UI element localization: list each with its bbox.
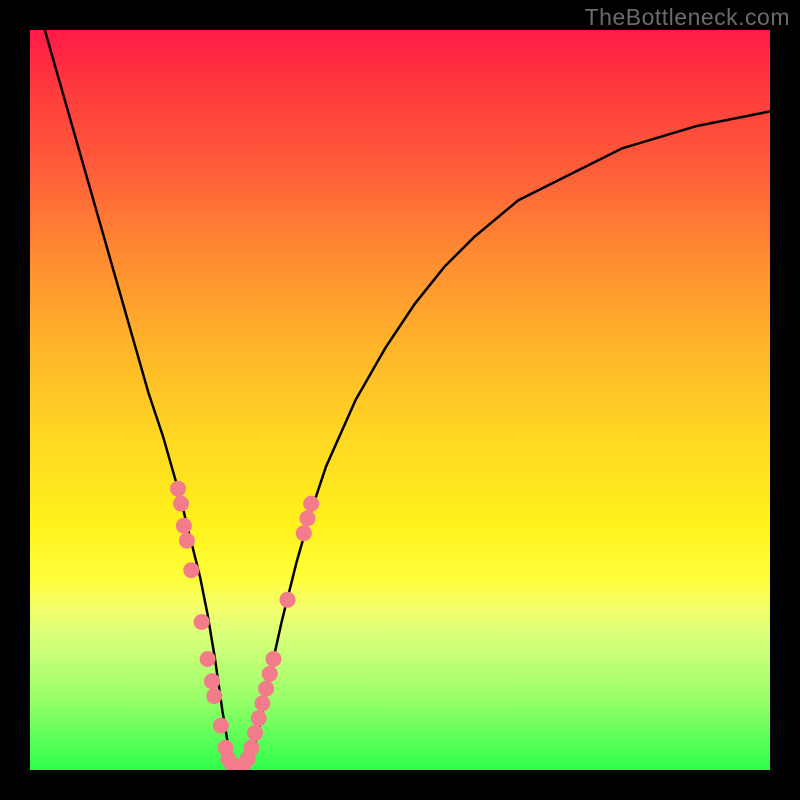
sample-point <box>303 496 319 512</box>
marker-layer <box>170 481 319 770</box>
sample-point <box>176 518 192 534</box>
sample-point <box>200 651 216 667</box>
sample-point <box>296 525 312 541</box>
sample-point <box>258 681 274 697</box>
sample-point <box>254 695 270 711</box>
bottleneck-curve <box>45 30 770 770</box>
sample-point <box>300 510 316 526</box>
sample-point <box>251 710 267 726</box>
curve-layer <box>45 30 770 770</box>
bottleneck-curve-svg <box>30 30 770 770</box>
sample-point <box>206 688 222 704</box>
plot-area <box>30 30 770 770</box>
sample-point <box>179 533 195 549</box>
sample-point <box>204 673 220 689</box>
sample-point <box>280 592 296 608</box>
sample-point <box>266 651 282 667</box>
sample-point <box>183 562 199 578</box>
sample-point <box>173 496 189 512</box>
sample-point <box>170 481 186 497</box>
attribution-text: TheBottleneck.com <box>585 4 790 31</box>
sample-point <box>262 666 278 682</box>
chart-frame: TheBottleneck.com <box>0 0 800 800</box>
sample-point <box>213 718 229 734</box>
sample-point <box>243 740 259 756</box>
sample-point <box>194 614 210 630</box>
sample-point <box>247 725 263 741</box>
